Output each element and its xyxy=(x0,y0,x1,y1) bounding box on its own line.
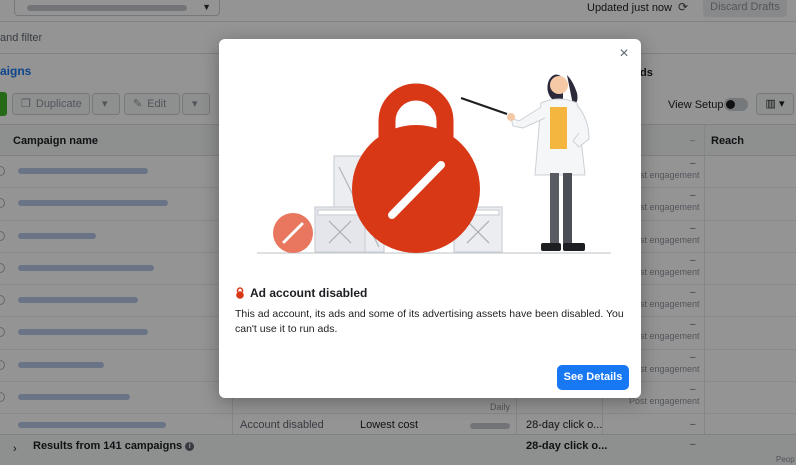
disabled-account-illustration xyxy=(257,74,611,254)
small-disabled-circle xyxy=(273,213,313,253)
presenter-figure xyxy=(507,74,590,251)
see-details-button[interactable]: See Details xyxy=(557,365,629,390)
lock-warning-icon xyxy=(236,287,244,299)
dialog-title-text: Ad account disabled xyxy=(250,286,368,300)
dialog-message: This ad account, its ads and some of its… xyxy=(235,308,624,335)
dialog-title: Ad account disabled xyxy=(235,286,367,300)
ad-account-disabled-dialog: × Ad account disabled This ad account, i… xyxy=(219,39,641,398)
lock-icon xyxy=(352,83,480,253)
pointer-stick xyxy=(460,97,508,115)
